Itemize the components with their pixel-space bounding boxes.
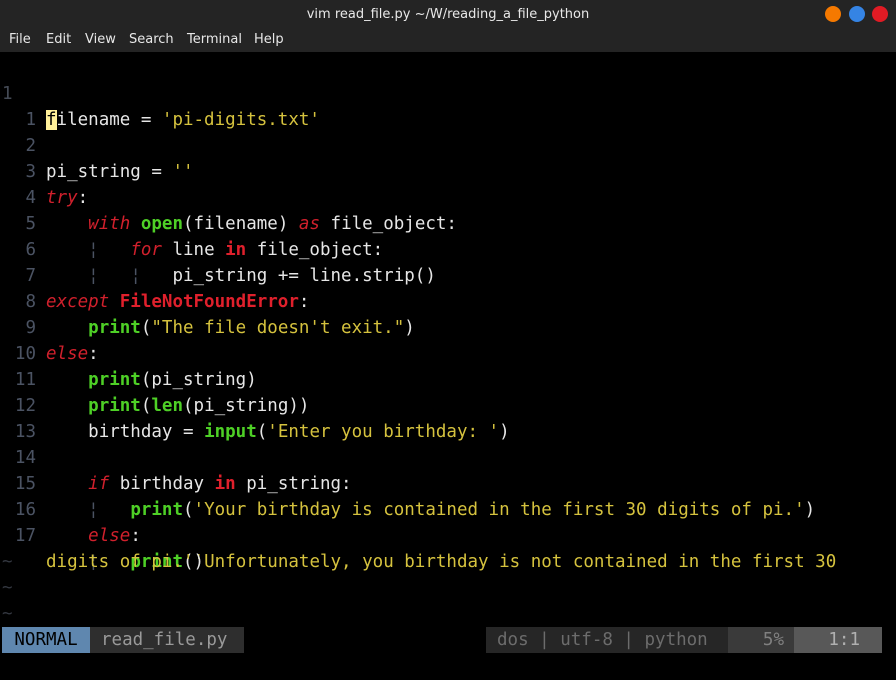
command-line[interactable] xyxy=(0,653,896,680)
code-text: pi_string: xyxy=(235,474,352,494)
title-bar[interactable]: vim read_file.py ~/W/reading_a_file_pyth… xyxy=(0,0,896,30)
cursor-position: 1:1 xyxy=(794,627,882,653)
code-line: 16 else: xyxy=(0,471,141,546)
string-literal: 'Unfortunately, you birthday is not cont… xyxy=(193,552,837,572)
code-text: (pi_string)) xyxy=(183,396,310,416)
builtin-function: print xyxy=(88,370,141,390)
builtin-function: print xyxy=(88,396,141,416)
builtin-function: len xyxy=(151,396,183,416)
keyword: else xyxy=(88,526,131,546)
code-text: : xyxy=(130,526,141,546)
empty-line-tilde: ~ xyxy=(2,604,13,624)
code-text: ) xyxy=(499,422,510,442)
code-line: 10 print(pi_string) xyxy=(0,315,257,390)
terminal-window: vim read_file.py ~/W/reading_a_file_pyth… xyxy=(0,0,896,680)
menu-edit[interactable]: Edit xyxy=(46,30,71,52)
code-text: file_object: xyxy=(246,240,384,260)
string-literal: digits of pi.' xyxy=(46,552,194,572)
code-line: 11 print(len(pi_string)) xyxy=(0,341,310,416)
window-title: vim read_file.py ~/W/reading_a_file_pyth… xyxy=(306,7,590,22)
code-line: 12 birthday = input('Enter you birthday:… xyxy=(0,367,510,442)
string-literal: '' xyxy=(172,162,194,182)
empty-line-tilde: ~ xyxy=(2,578,13,598)
keyword: for xyxy=(130,240,162,260)
code-line: 7 except FileNotFoundError: xyxy=(0,237,309,312)
builtin-function: print xyxy=(88,318,141,338)
code-text: ) xyxy=(804,500,816,520)
indent-guide: ¦ xyxy=(88,266,99,286)
indent-guide: ¦ xyxy=(88,240,99,260)
code-text: pi_string = xyxy=(46,162,173,182)
indent-guide: ¦ xyxy=(88,500,99,520)
file-info: dos | utf-8 | python xyxy=(486,627,728,653)
code-text: ( xyxy=(140,318,152,338)
keyword: in xyxy=(225,240,247,260)
code-line: 15 ¦ print('Your birthday is contained i… xyxy=(0,445,815,520)
code-line: 2 pi_string = '' xyxy=(0,107,193,182)
code-line-wrapped: digits of pi.') xyxy=(0,523,204,572)
code-text: line xyxy=(161,240,226,260)
code-text: : xyxy=(77,188,89,208)
menu-bar: File Edit View Search Terminal Help xyxy=(0,30,896,52)
code-text: (filename) xyxy=(183,214,299,234)
maximize-button[interactable] xyxy=(849,6,865,22)
code-text: : xyxy=(88,344,99,364)
scroll-percent: 5% xyxy=(728,627,794,653)
empty-line-tilde: ~ xyxy=(2,552,13,572)
menu-terminal[interactable]: Terminal xyxy=(187,30,242,52)
vim-editor[interactable]: 1 filename = 'pi-digits.txt' 1 2 pi_stri… xyxy=(0,53,896,627)
menu-search[interactable]: Search xyxy=(129,30,174,52)
code-text: ( xyxy=(183,500,194,520)
code-text: pi_string += line.strip() xyxy=(172,266,436,286)
statusline-filename: read_file.py xyxy=(90,627,244,653)
code-text: birthday = xyxy=(88,422,205,442)
code-text: birthday xyxy=(109,474,215,494)
menu-help[interactable]: Help xyxy=(254,30,284,52)
code-line: 4 with open(filename) as file_object: xyxy=(0,159,457,234)
code-text: : xyxy=(298,292,310,312)
code-text: ( xyxy=(256,422,268,442)
vim-statusline: NORMAL read_file.py dos | utf-8 | python… xyxy=(0,627,896,653)
code-text: ) xyxy=(404,318,415,338)
code-line: 14 if birthday in pi_string: xyxy=(0,419,352,494)
code-line: 1 filename = 'pi-digits.txt' xyxy=(0,55,320,130)
code-line: 3 try: xyxy=(0,133,88,208)
code-line: 17 ¦ print('Unfortunately, you birthday … xyxy=(0,497,836,572)
mode-indicator: NORMAL xyxy=(2,627,90,653)
menu-file[interactable]: File xyxy=(9,30,31,52)
builtin-function: open xyxy=(140,214,184,234)
code-line: 5 ¦ for line in file_object: xyxy=(0,185,383,260)
code-line: 8 print("The file doesn't exit.") xyxy=(0,263,414,338)
code-text: (pi_string) xyxy=(140,370,257,390)
string-literal: 'Your birthday is contained in the first… xyxy=(193,500,805,520)
minimize-button[interactable] xyxy=(825,6,841,22)
code-text: ( xyxy=(140,396,152,416)
code-line: 1 xyxy=(0,81,63,130)
code-line: 9 else: xyxy=(0,289,98,364)
builtin-function: print xyxy=(130,500,183,520)
close-button[interactable] xyxy=(872,6,888,22)
code-line: 13 xyxy=(0,393,63,442)
code-line: 6 ¦ ¦ pi_string += line.strip() xyxy=(0,211,435,286)
menu-view[interactable]: View xyxy=(85,30,116,52)
string-literal: "The file doesn't exit." xyxy=(151,318,405,338)
code-text: ilename = xyxy=(56,110,162,130)
code-text: file_object: xyxy=(320,214,457,234)
keyword: as xyxy=(298,214,320,234)
keyword: with xyxy=(88,214,131,234)
indent-guide: ¦ xyxy=(130,266,141,286)
keyword: if xyxy=(88,474,110,494)
code-text: ) xyxy=(193,552,205,572)
string-literal: 'Enter you birthday: ' xyxy=(267,422,500,442)
string-literal: 'pi-digits.txt' xyxy=(161,110,320,130)
keyword: in xyxy=(214,474,236,494)
exception-name: FileNotFoundError xyxy=(119,292,299,312)
builtin-function: input xyxy=(204,422,257,442)
